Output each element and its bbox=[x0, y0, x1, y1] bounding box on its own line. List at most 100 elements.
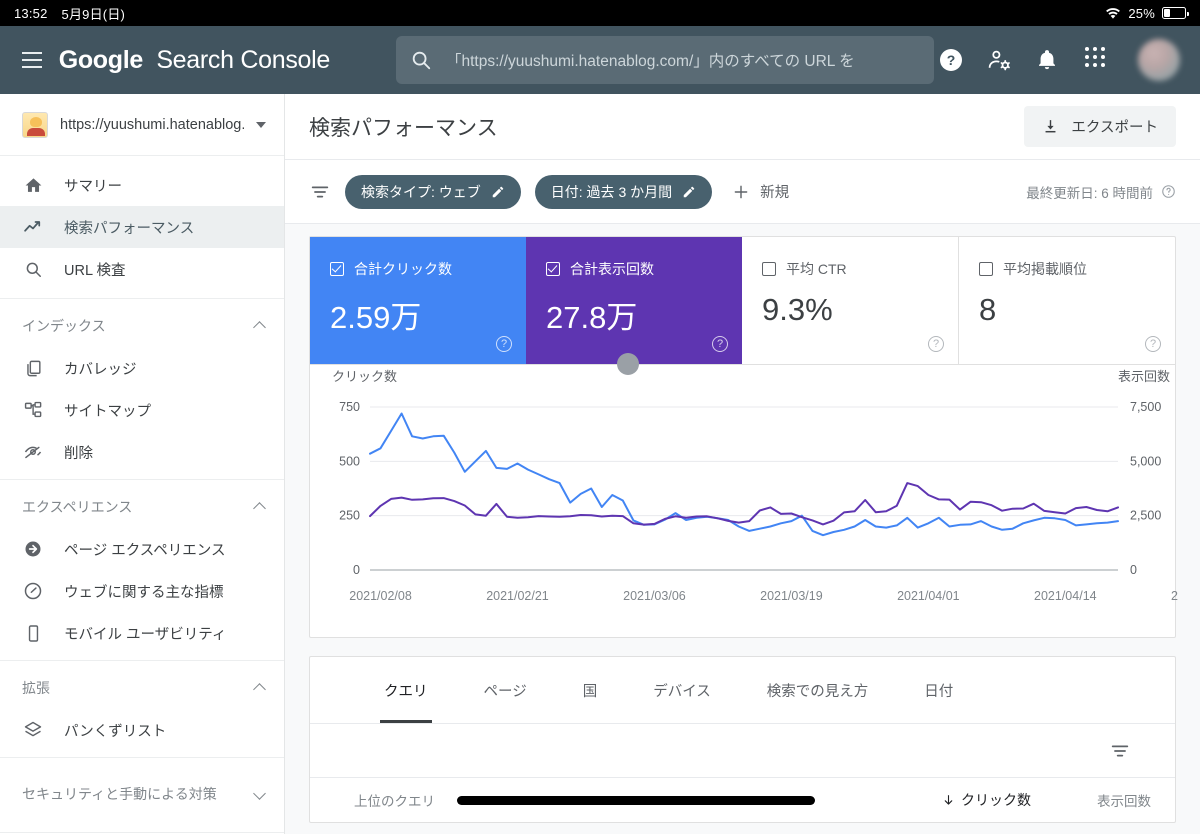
chip-label: 検索タイプ: ウェブ bbox=[361, 183, 481, 200]
property-selector[interactable]: https://yuushumi.hatenablog.... bbox=[0, 94, 284, 156]
metric-label: 平均掲載順位 bbox=[1003, 261, 1087, 277]
chevron-up-icon bbox=[253, 683, 266, 696]
sidebar-item-core-web-vitals[interactable]: ウェブに関する主な指標 bbox=[0, 570, 284, 612]
tab-label: ページ bbox=[483, 683, 527, 700]
sidebar-group-index: インデックス カバレッジ サイトマップ 削除 bbox=[0, 299, 284, 480]
checkbox-checked-icon bbox=[330, 262, 344, 276]
sidebar-item-summary[interactable]: サマリー bbox=[0, 164, 284, 206]
sidebar-group-title: インデックス bbox=[22, 318, 106, 334]
help-circle-icon[interactable]: ? bbox=[496, 336, 512, 352]
column-header-impressions[interactable]: 表示回数 bbox=[1031, 790, 1151, 810]
status-time: 13:52 bbox=[14, 5, 48, 21]
tab-devices[interactable]: デバイス bbox=[625, 657, 739, 723]
metric-value: 27.8万 bbox=[546, 300, 638, 335]
filter-chip-search-type[interactable]: 検索タイプ: ウェブ bbox=[345, 174, 521, 209]
page-title: 検索パフォーマンス bbox=[309, 116, 498, 140]
sidebar-item-label: モバイル ユーザビリティ bbox=[64, 626, 227, 643]
filter-icon[interactable] bbox=[1109, 740, 1131, 762]
help-circle-icon[interactable] bbox=[1161, 184, 1176, 199]
svg-text:クリック数: クリック数 bbox=[332, 369, 397, 384]
speedometer-icon bbox=[22, 581, 44, 601]
metric-label: 合計クリック数 bbox=[354, 261, 452, 277]
search-icon bbox=[22, 260, 44, 279]
main-content: 検索パフォーマンス エクスポート 検索タイプ: ウェブ 日付: 過去 3 か月間 bbox=[285, 94, 1200, 834]
tab-countries[interactable]: 国 bbox=[555, 657, 626, 723]
filter-chip-date[interactable]: 日付: 過去 3 か月間 bbox=[534, 174, 713, 209]
sidebar-group-experience-header[interactable]: エクスペリエンス bbox=[0, 486, 284, 528]
last-updated: 最終更新日: 6 時間前 bbox=[1026, 182, 1176, 202]
app-bar: Google Search Console 「https://yuushumi.… bbox=[0, 26, 1200, 94]
help-circle-icon[interactable]: ? bbox=[1145, 336, 1161, 352]
sidebar-item-mobile-usability[interactable]: モバイル ユーザビリティ bbox=[0, 612, 284, 654]
battery-percent: 25% bbox=[1128, 5, 1155, 21]
copy-pages-icon bbox=[22, 359, 44, 378]
site-favicon bbox=[22, 111, 48, 138]
sidebar-item-coverage[interactable]: カバレッジ bbox=[0, 347, 284, 389]
sidebar-item-sitemaps[interactable]: サイトマップ bbox=[0, 389, 284, 431]
sidebar-group-enhancements: 拡張 パンくずリスト bbox=[0, 661, 284, 758]
chart-drag-handle[interactable] bbox=[617, 353, 639, 375]
svg-text:?: ? bbox=[947, 52, 956, 68]
help-circle-icon[interactable]: ? bbox=[928, 336, 944, 352]
sidebar-item-removals[interactable]: 削除 bbox=[0, 431, 284, 473]
sidebar-group-enhancements-header[interactable]: 拡張 bbox=[0, 667, 284, 709]
search-placeholder: 「https://yuushumi.hatenablog.com/」内のすべての… bbox=[446, 53, 855, 70]
svg-text:2021/04/27: 2021/04/27 bbox=[1171, 589, 1178, 603]
column-header-clicks[interactable]: クリック数 bbox=[942, 790, 1031, 810]
svg-text:2021/04/01: 2021/04/01 bbox=[897, 589, 960, 603]
sidebar-item-page-experience[interactable]: ページ エクスペリエンス bbox=[0, 528, 284, 570]
metric-card-average-ctr[interactable]: 平均 CTR 9.3% ? bbox=[742, 237, 959, 364]
sidebar-item-search-performance[interactable]: 検索パフォーマンス bbox=[0, 206, 284, 248]
tab-label: クエリ bbox=[384, 683, 428, 700]
metric-label: 合計表示回数 bbox=[570, 261, 654, 277]
sidebar-group-index-header[interactable]: インデックス bbox=[0, 305, 284, 347]
tab-search-appearance[interactable]: 検索での見え方 bbox=[739, 657, 897, 723]
tab-label: 検索での見え方 bbox=[766, 683, 869, 700]
pencil-icon bbox=[682, 185, 696, 199]
filter-icon[interactable] bbox=[309, 181, 331, 203]
hamburger-icon[interactable] bbox=[16, 36, 49, 84]
metric-card-average-position[interactable]: 平均掲載順位 8 ? bbox=[959, 237, 1175, 364]
eye-off-icon bbox=[22, 442, 44, 462]
sidebar-primary-group: サマリー 検索パフォーマンス URL 検査 bbox=[0, 156, 284, 299]
brand-product: Search Console bbox=[156, 45, 330, 74]
wifi-icon bbox=[1105, 7, 1121, 20]
help-icon[interactable]: ? bbox=[938, 47, 964, 73]
help-circle-icon[interactable]: ? bbox=[712, 336, 728, 352]
sidebar-group-title: 拡張 bbox=[22, 680, 50, 696]
sidebar: https://yuushumi.hatenablog.... サマリー 検索パ… bbox=[0, 94, 285, 834]
tab-pages[interactable]: ページ bbox=[456, 657, 555, 723]
page-header: 検索パフォーマンス エクスポート bbox=[285, 94, 1200, 160]
details-card: クエリ ページ 国 デバイス 検索での見え方 日付 上位のクエリ クリック数 表… bbox=[309, 656, 1176, 823]
svg-text:2021/03/06: 2021/03/06 bbox=[623, 589, 686, 603]
metric-value: 8 bbox=[979, 292, 997, 327]
sidebar-item-url-inspection[interactable]: URL 検査 bbox=[0, 248, 284, 290]
notifications-bell-icon[interactable] bbox=[1034, 47, 1060, 73]
tab-dates[interactable]: 日付 bbox=[896, 657, 981, 723]
column-header-query[interactable]: 上位のクエリ bbox=[354, 790, 435, 810]
metric-label: 平均 CTR bbox=[786, 261, 847, 277]
sidebar-group-security-header[interactable]: セキュリティと手動による対策 bbox=[0, 764, 284, 826]
export-button[interactable]: エクスポート bbox=[1024, 106, 1176, 147]
sidebar-item-label: サマリー bbox=[64, 178, 122, 195]
chevron-down-icon bbox=[256, 121, 266, 128]
metric-card-total-clicks[interactable]: 合計クリック数 2.59万 ? bbox=[310, 237, 526, 364]
svg-text:2021/04/14: 2021/04/14 bbox=[1034, 589, 1097, 603]
search-input[interactable]: 「https://yuushumi.hatenablog.com/」内のすべての… bbox=[396, 36, 934, 84]
add-filter-button[interactable]: 新規 bbox=[732, 181, 789, 202]
svg-text:7,500: 7,500 bbox=[1130, 400, 1161, 414]
user-settings-icon[interactable] bbox=[986, 47, 1012, 73]
tab-queries[interactable]: クエリ bbox=[356, 657, 456, 723]
metric-card-total-impressions[interactable]: 合計表示回数 27.8万 ? bbox=[526, 237, 742, 364]
sidebar-item-label: カバレッジ bbox=[64, 361, 137, 378]
apps-grid-icon[interactable] bbox=[1082, 47, 1108, 73]
sidebar-item-breadcrumbs[interactable]: パンくずリスト bbox=[0, 709, 284, 751]
svg-text:0: 0 bbox=[1130, 563, 1137, 577]
account-avatar[interactable] bbox=[1138, 39, 1180, 81]
redaction-bar bbox=[457, 795, 815, 805]
property-url: https://yuushumi.hatenablog.... bbox=[60, 116, 244, 133]
last-updated-text: 最終更新日: 6 時間前 bbox=[1026, 185, 1153, 201]
svg-text:500: 500 bbox=[339, 454, 360, 468]
tab-label: 日付 bbox=[924, 683, 954, 700]
mobile-phone-icon bbox=[22, 624, 44, 643]
